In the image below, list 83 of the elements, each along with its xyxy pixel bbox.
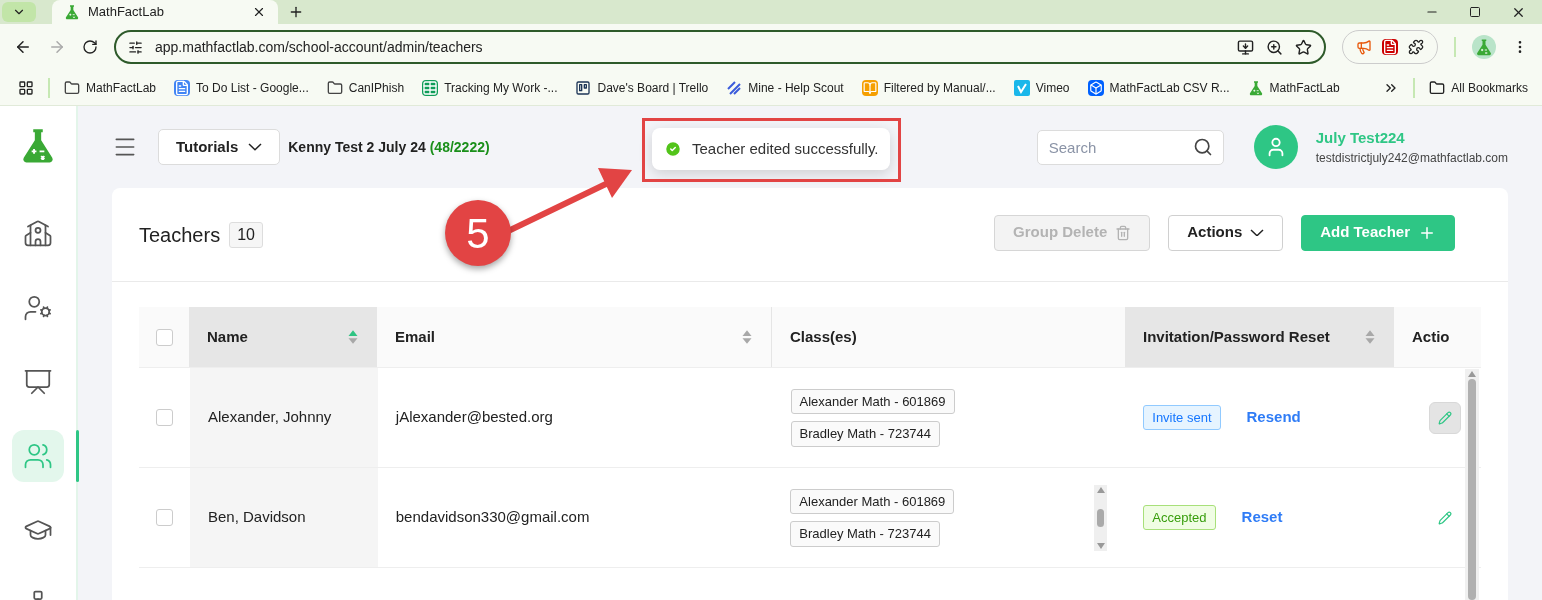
tutorials-dropdown[interactable]: Tutorials [158, 129, 281, 165]
search-icon[interactable] [1192, 136, 1213, 157]
board-icon [575, 79, 592, 96]
classroom-icon [23, 367, 53, 397]
class-tag: Bradley Math - 723744 [790, 421, 941, 447]
checkbox[interactable] [155, 509, 173, 526]
school-name: Kenny Test 2 July 24 [288, 137, 426, 157]
v-logo-icon [1013, 79, 1030, 96]
apps-icon[interactable] [18, 79, 34, 96]
reload-icon[interactable] [82, 39, 98, 55]
megaphone-icon[interactable] [1356, 39, 1372, 55]
table-cell-text: Ben, Davidson [207, 507, 306, 528]
document-icon [174, 79, 191, 96]
table-cell-text: jAlexander@bested.org [395, 407, 553, 428]
tab-title: MathFactLab [88, 3, 165, 22]
bookmark-item[interactable]: Mine - Help Scout [726, 78, 844, 97]
flask-icon [64, 4, 80, 20]
pdf-icon[interactable] [1382, 39, 1398, 55]
scrollbar[interactable] [1465, 369, 1479, 600]
scrollbar[interactable] [1094, 484, 1108, 551]
spreadsheet-icon [422, 79, 439, 96]
status-badge: Invite sent [1143, 404, 1221, 431]
trash-icon [1115, 224, 1132, 241]
maximize-icon[interactable] [1469, 6, 1481, 18]
scroll-thumb[interactable] [1097, 508, 1105, 527]
zoom-icon[interactable] [1266, 38, 1283, 56]
pencil-icon [1438, 410, 1452, 425]
table-cell-text: bendavidson330@gmail.com [395, 507, 590, 528]
actions-button[interactable]: Actions [1168, 214, 1284, 251]
scroll-thumb[interactable] [1468, 379, 1476, 600]
address-bar[interactable]: app.mathfactlab.com/school-account/admin/teachers [114, 30, 1326, 64]
class-tag: Alexander Math - 601869 [790, 488, 955, 514]
chevron-down-icon [248, 143, 263, 151]
bookmark-item[interactable]: CanIPhish [326, 78, 405, 97]
resend-link[interactable]: Reset [1241, 506, 1283, 529]
bookmark-item[interactable]: MathFactLab [64, 78, 157, 97]
bookmark-item[interactable]: Vimeo [1013, 78, 1070, 97]
check-icon [664, 140, 682, 158]
status-badge: Accepted [1143, 504, 1216, 531]
license-count: (48/2222) [429, 137, 490, 157]
count-badge: 10 [229, 221, 263, 248]
site-settings-icon[interactable] [128, 39, 143, 55]
browser-tab[interactable]: MathFactLab [52, 0, 278, 24]
bookmark-item[interactable]: MathFactLab CSV R... [1087, 78, 1230, 97]
person-gear-icon [23, 293, 53, 323]
search-field[interactable]: Search [1036, 129, 1224, 165]
folder-icon [64, 79, 80, 96]
all-bookmarks-item[interactable]: All Bookmarks [1429, 78, 1528, 97]
column-header[interactable]: Invitation/Password Reset [1125, 307, 1394, 367]
puzzle-icon[interactable] [1408, 39, 1424, 55]
column-header[interactable]: Name [189, 307, 377, 367]
box-icon [1087, 79, 1104, 96]
user-email: testdistrictjuly242@mathfactlab.com [1315, 150, 1508, 168]
chevron-down-icon [1250, 228, 1265, 237]
card-title: Teachers [139, 222, 221, 248]
pencil-icon [1438, 510, 1452, 525]
bookmark-item[interactable]: Tracking My Work -... [422, 78, 558, 97]
book-icon [861, 79, 878, 96]
new-tab-icon[interactable] [288, 4, 304, 20]
class-tag: Bradley Math - 723744 [790, 521, 940, 547]
people-icon [23, 441, 53, 471]
install-icon[interactable] [1237, 38, 1254, 56]
url-text: app.mathfactlab.com/school-account/admin/teachers [155, 37, 484, 57]
profile-icon [1475, 38, 1493, 56]
table-cell-text: Alexander, Johnny [207, 407, 332, 428]
user-name: July Test224 [1315, 127, 1406, 148]
toast: Teacher edited successfully. [652, 128, 891, 170]
bookmark-star-icon[interactable] [1295, 38, 1312, 56]
checkbox[interactable] [155, 409, 173, 426]
folder-icon [326, 79, 343, 96]
bookmark-item[interactable]: Filtered by Manual/... [861, 78, 996, 97]
bookmark-item[interactable]: Dave's Board | Trello [575, 78, 709, 97]
bookmark-item[interactable]: MathFactLab [1247, 78, 1340, 97]
resend-link[interactable]: Resend [1246, 406, 1301, 429]
close-icon[interactable] [252, 5, 266, 19]
class-tag: Alexander Math - 601869 [790, 388, 955, 414]
checkbox[interactable] [155, 328, 173, 346]
folder-icon [1429, 79, 1446, 96]
back-icon[interactable] [14, 38, 32, 56]
school-icon [23, 219, 53, 249]
bookmark-item[interactable]: To Do List - Google... [174, 78, 309, 97]
flask-icon [1247, 79, 1264, 96]
stripes-icon [726, 79, 743, 96]
